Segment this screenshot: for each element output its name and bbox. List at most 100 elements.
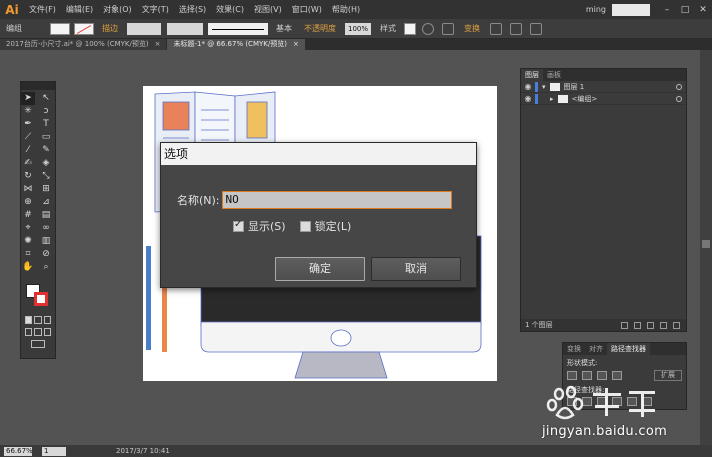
menu-file[interactable]: 文件(F) <box>24 0 61 19</box>
tab-transform[interactable]: 变换 <box>563 343 585 355</box>
magic-wand-tool-icon[interactable]: ✳ <box>21 105 35 118</box>
artboard-tool-icon[interactable]: ⌗ <box>21 248 35 261</box>
line-tool-icon[interactable]: ⟋ <box>21 131 35 144</box>
cancel-button[interactable]: 取消 <box>371 257 461 281</box>
panel-grip[interactable] <box>21 82 55 90</box>
eraser-tool-icon[interactable]: ◈ <box>39 157 53 170</box>
width-tool-icon[interactable]: ⋈ <box>21 183 35 196</box>
close-window-button[interactable]: ✕ <box>694 5 712 15</box>
intersect-icon[interactable] <box>597 371 607 380</box>
variable-width-field[interactable] <box>167 22 203 35</box>
locate-object-icon[interactable] <box>621 321 628 329</box>
show-label[interactable]: 显示(S) <box>248 218 286 234</box>
shape-builder-tool-icon[interactable]: ⊕ <box>21 196 35 209</box>
flip-icon[interactable] <box>490 22 502 35</box>
slice-tool-icon[interactable]: ⊘ <box>39 248 53 261</box>
type-tool-icon[interactable]: T <box>39 118 53 131</box>
paintbrush-tool-icon[interactable]: ⁄ <box>21 144 35 157</box>
symbol-sprayer-tool-icon[interactable]: ✺ <box>21 235 35 248</box>
minus-front-icon[interactable] <box>582 371 592 380</box>
opacity-label[interactable]: 不透明度 <box>298 23 342 34</box>
minimize-button[interactable]: – <box>658 5 676 15</box>
align-icon[interactable] <box>442 22 454 35</box>
target-icon[interactable] <box>676 83 682 90</box>
user-name[interactable]: ming <box>580 5 612 14</box>
delete-icon[interactable] <box>673 321 680 329</box>
show-checkbox[interactable] <box>233 219 244 232</box>
pencil-tool-icon[interactable]: ✎ <box>39 144 53 157</box>
menu-view[interactable]: 视图(V) <box>249 0 287 19</box>
draw-inside-icon[interactable] <box>43 328 51 336</box>
close-icon[interactable]: × <box>155 40 161 48</box>
menu-object[interactable]: 对象(O) <box>98 0 137 19</box>
close-icon[interactable]: × <box>293 40 299 48</box>
opacity-field[interactable]: 100% <box>345 22 371 35</box>
rectangle-tool-icon[interactable]: ▭ <box>39 131 53 144</box>
perspective-grid-tool-icon[interactable]: ⊿ <box>39 196 53 209</box>
layer-name[interactable]: 图层 1 <box>564 82 676 92</box>
search-input[interactable] <box>612 3 650 16</box>
pen-tool-icon[interactable]: ✒ <box>21 118 35 131</box>
menu-select[interactable]: 选择(S) <box>174 0 211 19</box>
eye-icon[interactable]: ◉ <box>521 94 535 103</box>
draw-behind-icon[interactable] <box>34 328 42 336</box>
menu-effect[interactable]: 效果(C) <box>211 0 249 19</box>
eye-icon[interactable]: ◉ <box>521 82 535 91</box>
expand-button[interactable]: 扩展 <box>654 370 682 381</box>
expand-arrow-icon[interactable]: ▾ <box>542 83 546 91</box>
stroke-label[interactable]: 描边 <box>96 23 124 34</box>
layer-name[interactable]: <编组> <box>572 94 676 104</box>
name-input[interactable]: NO <box>221 191 452 209</box>
eyedropper-tool-icon[interactable]: ⌖ <box>21 222 35 235</box>
column-graph-tool-icon[interactable]: ▥ <box>39 235 53 248</box>
color-mode-icon[interactable] <box>25 316 33 324</box>
recolor-icon[interactable] <box>422 22 434 35</box>
zoom-tool-icon[interactable]: ⌕ <box>39 261 53 274</box>
maximize-button[interactable]: □ <box>676 5 694 15</box>
menu-edit[interactable]: 编辑(E) <box>61 0 98 19</box>
lock-label[interactable]: 锁定(L) <box>315 218 352 234</box>
tab-calendar-doc[interactable]: 2017台历-小尺寸.ai* @ 100% (CMYK/预览) × <box>0 39 167 50</box>
blend-tool-icon[interactable]: ∞ <box>39 222 53 235</box>
graphic-style-swatch[interactable] <box>404 22 416 35</box>
scale-tool-icon[interactable]: ⤡ <box>39 170 53 183</box>
ok-button[interactable]: 确定 <box>275 257 365 281</box>
expand-arrow-icon[interactable]: ▸ <box>550 95 554 103</box>
none-mode-icon[interactable] <box>43 316 51 324</box>
stroke-color-box[interactable] <box>34 292 48 306</box>
tab-artboards[interactable]: 画板 <box>543 69 565 81</box>
gradient-mode-icon[interactable] <box>34 316 42 324</box>
clipping-mask-icon[interactable] <box>634 321 641 329</box>
scroll-thumb[interactable] <box>702 240 710 248</box>
transform-label[interactable]: 变换 <box>458 23 486 34</box>
tab-align[interactable]: 对齐 <box>585 343 607 355</box>
direct-selection-tool-icon[interactable]: ↖ <box>39 92 53 105</box>
stroke-weight-field[interactable] <box>127 22 161 35</box>
stroke-swatch[interactable] <box>74 22 94 35</box>
free-transform-tool-icon[interactable]: ⊞ <box>39 183 53 196</box>
rotate-tool-icon[interactable]: ↻ <box>21 170 35 183</box>
menu-type[interactable]: 文字(T) <box>137 0 174 19</box>
layer-row[interactable]: ◉ ▸ <编组> <box>521 93 686 105</box>
selection-tool-icon[interactable]: ➤ <box>21 92 35 105</box>
tab-untitled-doc[interactable]: 未标题-1* @ 66.67% (CMYK/预览) × <box>167 39 305 50</box>
unite-icon[interactable] <box>567 371 577 380</box>
isolate-icon[interactable] <box>510 22 522 35</box>
mesh-tool-icon[interactable]: # <box>21 209 35 222</box>
target-icon[interactable] <box>676 95 682 102</box>
draw-normal-icon[interactable] <box>25 328 33 336</box>
blob-brush-tool-icon[interactable]: ✍ <box>21 157 35 170</box>
artboard-page-field[interactable]: 1 <box>42 446 66 456</box>
gradient-tool-icon[interactable]: ▤ <box>39 209 53 222</box>
fill-stroke-control[interactable] <box>24 282 52 312</box>
stroke-profile[interactable] <box>208 22 268 35</box>
tab-layers[interactable]: 图层 <box>521 69 543 81</box>
new-layer-icon[interactable] <box>660 321 667 329</box>
exclude-icon[interactable] <box>612 371 622 380</box>
fill-swatch[interactable] <box>50 22 70 35</box>
new-sublayer-icon[interactable] <box>647 321 654 329</box>
lasso-tool-icon[interactable]: ↄ <box>39 105 53 118</box>
panel-menu-icon[interactable] <box>530 22 542 35</box>
layer-row[interactable]: ◉ ▾ 图层 1 <box>521 81 686 93</box>
menu-help[interactable]: 帮助(H) <box>327 0 365 19</box>
